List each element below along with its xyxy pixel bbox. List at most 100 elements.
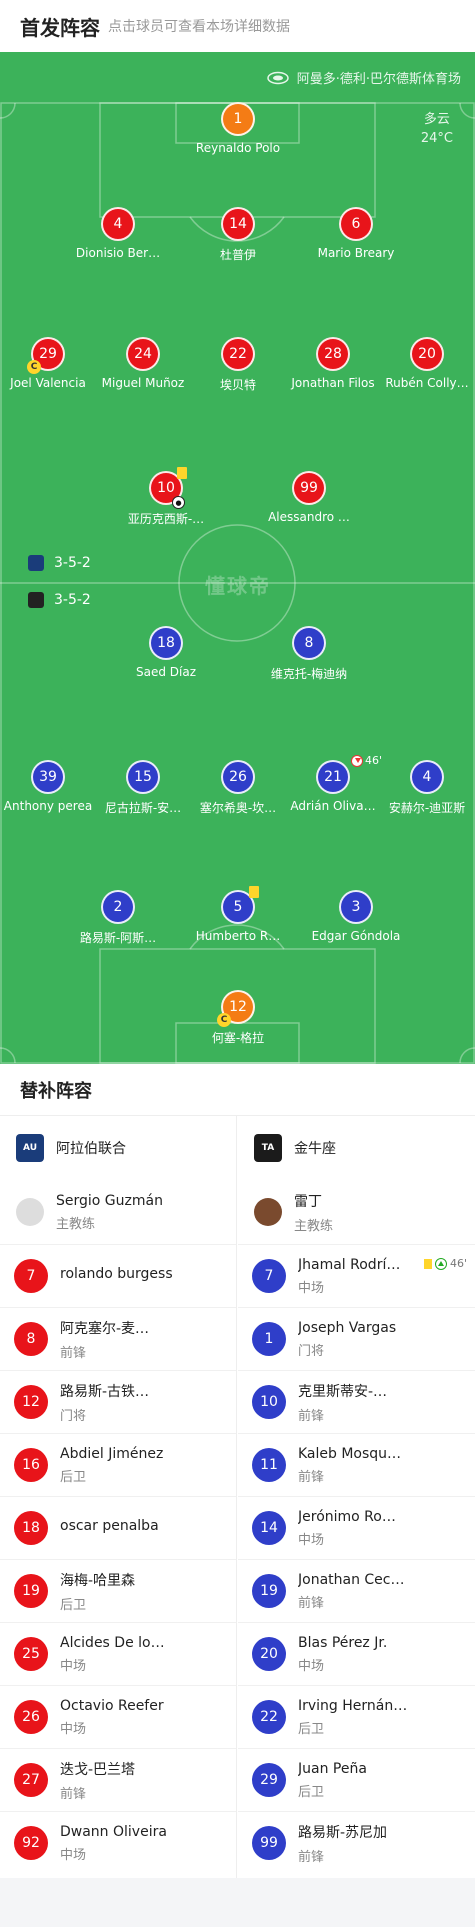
player-number: 6	[339, 207, 373, 241]
away-sub-row[interactable]: 11 Kaleb Mosqu… 前锋	[238, 1433, 475, 1496]
player-away-5[interactable]: 26 塞尔希奥-坎…	[190, 760, 286, 816]
home-sub-row[interactable]: 92 Dwann Oliveira 中场	[0, 1811, 236, 1874]
home-sub-row[interactable]: 27 迭戈-巴兰塔 前锋	[0, 1748, 236, 1811]
watermark: 懂球帝	[205, 574, 271, 598]
captain-icon: C	[27, 360, 41, 374]
home-sub-row[interactable]: 8 阿克塞尔-麦… 前锋	[0, 1307, 236, 1370]
player-away-4[interactable]: 15 尼古拉斯-安…	[95, 760, 191, 816]
sub-name: Jhamal Rodrí…	[298, 1256, 401, 1273]
player-away-3[interactable]: 39 Anthony perea	[0, 760, 96, 813]
coach-avatar-icon	[16, 1198, 44, 1226]
player-number: 15	[126, 760, 160, 794]
player-away-9[interactable]: 5 Humberto R…	[190, 886, 286, 943]
player-name: 亚历克西斯-…	[127, 512, 205, 526]
away-sub-row[interactable]: 14 Jerónimo Ro… 中场	[238, 1496, 475, 1559]
sub-on-icon	[434, 1257, 447, 1270]
player-away-6[interactable]: 21 46' Adrián Oliva…	[285, 754, 382, 813]
home-coach-row[interactable]: Sergio Guzmán 主教练	[0, 1180, 236, 1244]
player-number: 5	[233, 899, 243, 915]
away-sub-row[interactable]: 7 Jhamal Rodrí… 中场 46'	[238, 1244, 475, 1307]
home-sub-row[interactable]: 19 海梅-哈里森 后卫	[0, 1559, 236, 1622]
player-number: 26	[221, 760, 255, 794]
sub-number: 25	[14, 1637, 48, 1671]
home-sub-row[interactable]: 16 Abdiel Jiménez 后卫	[0, 1433, 236, 1496]
sub-position: 后卫	[60, 1597, 87, 1613]
sub-position: 前锋	[298, 1849, 325, 1865]
sub-position: 中场	[298, 1532, 325, 1548]
sub-name: 迭戈-巴兰塔	[60, 1761, 136, 1778]
sub-position: 中场	[60, 1658, 87, 1674]
sub-number: 99	[252, 1826, 286, 1860]
player-number: 8	[292, 626, 326, 660]
sub-name: Octavio Reefer	[60, 1697, 164, 1714]
player-number: 3	[339, 890, 373, 924]
player-away-2[interactable]: 8 维克托-梅迪纳	[261, 626, 357, 682]
player-home-5[interactable]: 29 C Joel Valencia	[0, 337, 96, 390]
player-name: 路易斯-阿斯…	[79, 931, 157, 945]
coach-role: 主教练	[56, 1216, 96, 1232]
sub-name: Dwann Oliveira	[60, 1823, 167, 1840]
player-home-4[interactable]: 6 Mario Breary	[308, 207, 404, 260]
away-sub-row[interactable]: 10 克里斯蒂安-… 前锋	[238, 1370, 475, 1433]
player-home-1[interactable]: 1 Reynaldo Polo	[190, 102, 286, 155]
home-sub-row[interactable]: 12 路易斯-古铁… 门将	[0, 1370, 236, 1433]
away-sub-row[interactable]: 20 Blas Pérez Jr. 中场	[238, 1622, 475, 1685]
player-number-wrap: 29 C	[27, 337, 65, 374]
player-number: 10	[157, 480, 175, 496]
player-away-10[interactable]: 3 Edgar Góndola	[308, 890, 404, 943]
home-sub-row[interactable]: 7 rolando burgess	[0, 1244, 236, 1307]
sub-name: 克里斯蒂安-…	[298, 1383, 388, 1400]
pitch: 阿曼多·德利·巴尔德斯体育场 多云 24°C 懂球帝 3-5-2 3-5-2 1…	[0, 52, 475, 1064]
home-team-row[interactable]: AU 阿拉伯联合	[0, 1116, 236, 1180]
sub-number: 20	[252, 1637, 286, 1671]
player-home-3[interactable]: 14 杜普伊	[190, 207, 286, 263]
player-home-10[interactable]: 10 ● 亚历克西斯-…	[118, 467, 214, 527]
home-team-name: 阿拉伯联合	[56, 1141, 126, 1157]
player-away-8[interactable]: 2 路易斯-阿斯…	[70, 890, 166, 946]
player-name: Humberto R…	[195, 929, 281, 943]
player-home-8[interactable]: 28 Jonathan Filos	[285, 337, 381, 390]
away-coach-row[interactable]: 雷丁 主教练	[238, 1180, 475, 1244]
home-formation-text: 3-5-2	[54, 555, 91, 571]
player-name: 尼古拉斯-安…	[104, 801, 182, 815]
sub-off-icon	[350, 754, 363, 767]
player-number: 22	[221, 337, 255, 371]
away-sub-row[interactable]: 29 Juan Peña 后卫	[238, 1748, 475, 1811]
player-away-1[interactable]: 18 Saed Díaz	[118, 626, 214, 679]
away-sub-row[interactable]: 99 路易斯-苏尼加 前锋	[238, 1811, 475, 1874]
away-team-row[interactable]: TA 金牛座	[238, 1116, 475, 1180]
sub-name: Blas Pérez Jr.	[298, 1634, 388, 1651]
home-subs-column: AU 阿拉伯联合 Sergio Guzmán 主教练 7 rolando burg…	[0, 1116, 237, 1878]
player-home-6[interactable]: 24 Miguel Muñoz	[95, 337, 191, 390]
player-name: Adrián Oliva…	[290, 799, 376, 813]
away-sub-row[interactable]: 19 Jonathan Cec… 前锋	[238, 1559, 475, 1622]
away-formation: 3-5-2	[28, 592, 91, 608]
home-sub-row[interactable]: 18 oscar penalba	[0, 1496, 236, 1559]
player-number-wrap: 12 C	[217, 990, 255, 1027]
sub-name: Kaleb Mosqu…	[298, 1445, 402, 1462]
home-sub-row[interactable]: 25 Alcides De lo… 中场	[0, 1622, 236, 1685]
sub-position: 门将	[60, 1408, 87, 1424]
sub-number: 8	[14, 1322, 48, 1356]
player-away-7[interactable]: 4 安赫尔-迪亚斯	[379, 760, 475, 816]
sub-on-minute: 46'	[449, 1257, 467, 1270]
away-sub-row[interactable]: 22 Irving Hernán… 后卫	[238, 1685, 475, 1748]
player-number: 1	[221, 102, 255, 136]
lineup-title: 首发阵容	[20, 15, 100, 40]
player-away-11[interactable]: 12 C 何塞-格拉	[190, 990, 286, 1046]
player-name: Dionisio Ber…	[75, 246, 161, 260]
goal-ball-icon: ●	[172, 496, 185, 509]
home-sub-row[interactable]: 26 Octavio Reefer 中场	[0, 1685, 236, 1748]
away-sub-row[interactable]: 1 Joseph Vargas 门将	[238, 1307, 475, 1370]
player-name: 安赫尔-迪亚斯	[388, 801, 466, 815]
player-number: 39	[31, 760, 65, 794]
player-home-11[interactable]: 99 Alessandro …	[261, 471, 357, 524]
player-number: 18	[149, 626, 183, 660]
player-home-9[interactable]: 20 Rubén Colly…	[379, 337, 475, 390]
away-team-logo-icon: TA	[254, 1134, 282, 1162]
player-number: 29	[39, 346, 57, 362]
player-home-7[interactable]: 22 埃贝特	[190, 337, 286, 393]
player-home-2[interactable]: 4 Dionisio Ber…	[70, 207, 166, 260]
sub-number: 1	[252, 1322, 286, 1356]
player-number: 4	[101, 207, 135, 241]
